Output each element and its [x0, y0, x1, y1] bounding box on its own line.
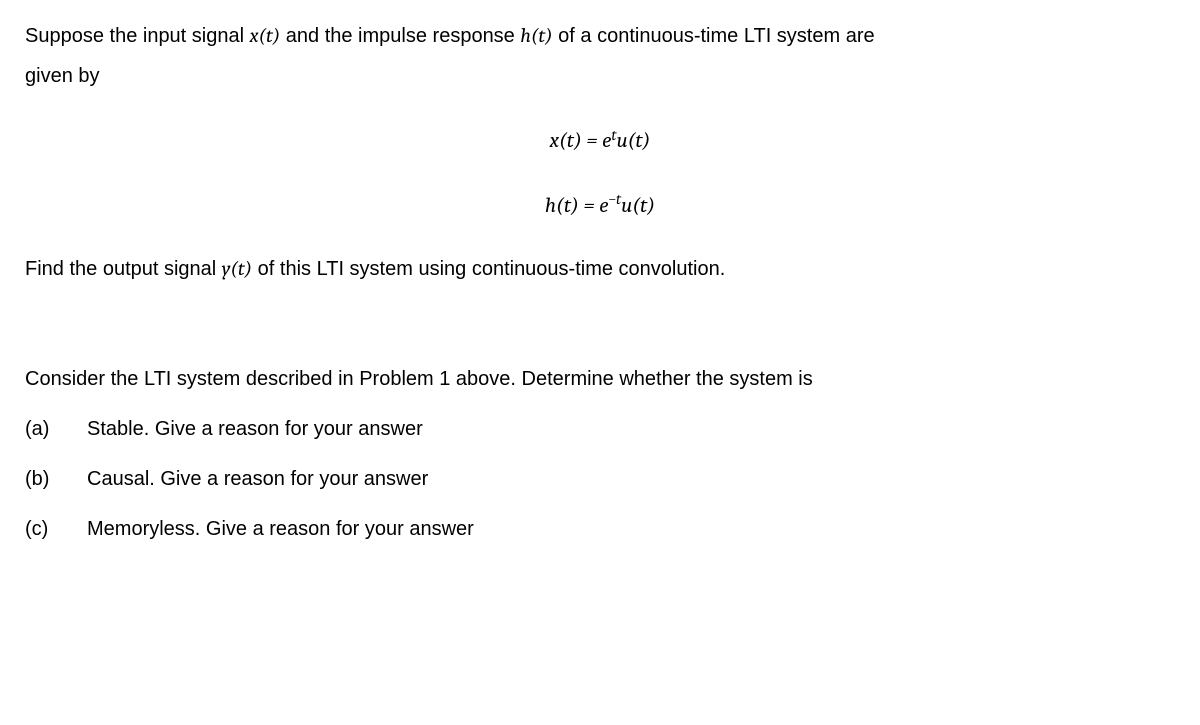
text-part: and the impulse response: [280, 25, 520, 47]
problem-intro-line2: given by: [25, 60, 1175, 92]
sub-question-list: (a) Stable. Give a reason for your answe…: [25, 413, 1175, 545]
math-y-of-t: y(t): [222, 257, 252, 280]
eq-rhs: u(t): [621, 194, 655, 218]
equation-x: x(t) = etu(t): [25, 122, 1175, 159]
equation-h: h(t) = e−tu(t): [25, 187, 1175, 224]
eq-lhs: h(t) = e: [545, 194, 608, 218]
math-h-of-t: h(t): [520, 24, 552, 47]
text-part: of this LTI system using continuous-time…: [252, 258, 725, 280]
sub-question-text: Stable. Give a reason for your answer: [87, 413, 423, 445]
eq-rhs: u(t): [616, 129, 650, 153]
sub-question-text: Causal. Give a reason for your answer: [87, 463, 428, 495]
eq-exponent: −t: [608, 190, 621, 208]
sub-question-label: (c): [25, 513, 87, 545]
followup-intro: Consider the LTI system described in Pro…: [25, 363, 1175, 395]
text-part: Find the output signal: [25, 258, 222, 280]
sub-question-text: Memoryless. Give a reason for your answe…: [87, 513, 474, 545]
section-spacer: [25, 293, 1175, 363]
math-x-of-t: x(t): [250, 24, 281, 47]
eq-lhs: x(t) = e: [550, 129, 612, 153]
sub-question-b: (b) Causal. Give a reason for your answe…: [25, 463, 1175, 495]
problem-task: Find the output signal y(t) of this LTI …: [25, 253, 1175, 285]
sub-question-c: (c) Memoryless. Give a reason for your a…: [25, 513, 1175, 545]
sub-question-label: (b): [25, 463, 87, 495]
text-part: of a continuous-time LTI system are: [553, 25, 875, 47]
sub-question-label: (a): [25, 413, 87, 445]
text-part: Suppose the input signal: [25, 25, 250, 47]
problem-intro-line1: Suppose the input signal x(t) and the im…: [25, 20, 1175, 52]
sub-question-a: (a) Stable. Give a reason for your answe…: [25, 413, 1175, 445]
eq-exponent: t: [611, 126, 616, 144]
